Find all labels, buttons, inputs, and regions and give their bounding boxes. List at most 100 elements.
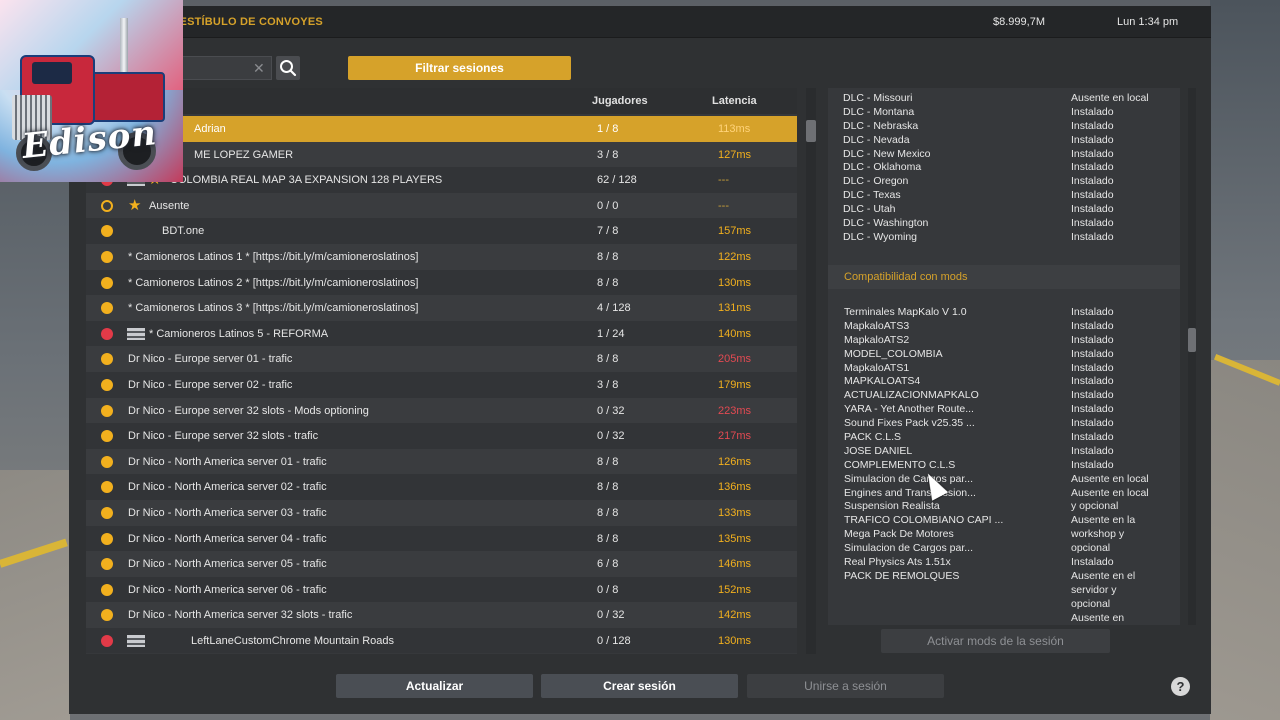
table-row[interactable]: Dr Nico - North America server 01 - traf… bbox=[86, 448, 797, 475]
star-icon[interactable]: ★ bbox=[128, 196, 141, 214]
dlc-status: Instalado bbox=[1071, 189, 1114, 202]
table-row[interactable]: BDT.one 7 / 8 157ms bbox=[86, 218, 797, 244]
mod-status: Instalado bbox=[1071, 333, 1114, 346]
table-row[interactable]: Dr Nico - Europe server 02 - trafic 3 / … bbox=[86, 371, 797, 398]
table-row[interactable]: * Camioneros Latinos 1 * [https://bit.ly… bbox=[86, 243, 797, 270]
mod-status: Instalado bbox=[1071, 347, 1114, 360]
status-online-icon bbox=[101, 455, 113, 468]
dlc-name: DLC - Montana bbox=[843, 105, 915, 118]
dlc-name: DLC - Missouri bbox=[843, 92, 913, 104]
server-rows: Adrian 1 / 8 113ms ME LOPEZ GAMER 3 / 8 … bbox=[86, 116, 797, 654]
list-item: DLC - Montana Instalado bbox=[843, 106, 1173, 120]
activate-session-mods-button[interactable]: Activar mods de la sesión bbox=[881, 629, 1110, 653]
table-row[interactable]: * Camioneros Latinos 3 * [https://bit.ly… bbox=[86, 295, 797, 321]
dlc-name: DLC - Oklahoma bbox=[843, 161, 922, 174]
refresh-button[interactable]: Actualizar bbox=[336, 674, 533, 698]
dlc-name: DLC - Texas bbox=[843, 189, 901, 202]
server-latency: 205ms bbox=[718, 353, 752, 366]
server-name: Ausente bbox=[149, 199, 190, 212]
clear-icon[interactable]: ✕ bbox=[253, 60, 265, 77]
dlc-name: DLC - Wyoming bbox=[843, 230, 918, 243]
details-scroll-thumb[interactable] bbox=[1188, 328, 1196, 352]
mods-status-column: Instalado Instalado Instalado Instalado … bbox=[1071, 306, 1176, 625]
help-button[interactable]: ? bbox=[1171, 677, 1190, 696]
mod-status: Instalado bbox=[1071, 361, 1114, 374]
table-row[interactable]: Dr Nico - North America server 06 - traf… bbox=[86, 576, 797, 603]
server-players: 6 / 8 bbox=[597, 558, 619, 571]
status-online-icon bbox=[101, 609, 113, 622]
server-latency: 223ms bbox=[718, 404, 752, 417]
dlc-name: DLC - Utah bbox=[843, 203, 896, 216]
dlc-status: Instalado bbox=[1071, 203, 1114, 216]
status-online-icon bbox=[101, 250, 113, 263]
status-online-icon bbox=[101, 353, 113, 366]
status-offline-icon bbox=[101, 634, 113, 647]
status-online-icon bbox=[101, 302, 113, 315]
column-latency[interactable]: Latencia bbox=[712, 95, 757, 107]
table-row[interactable]: Dr Nico - Europe server 32 slots - trafi… bbox=[86, 423, 797, 449]
server-name: Dr Nico - North America server 04 - traf… bbox=[128, 532, 327, 545]
table-row[interactable]: Dr Nico - Europe server 01 - trafic 8 / … bbox=[86, 346, 797, 372]
table-row[interactable]: Dr Nico - North America server 32 slots … bbox=[86, 602, 797, 628]
dlc-status: Ausente en local bbox=[1071, 92, 1149, 104]
logo-exhaust-stack bbox=[120, 18, 128, 80]
table-row[interactable]: Adrian 1 / 8 113ms bbox=[86, 116, 797, 142]
mod-status: Instalado bbox=[1071, 444, 1114, 457]
server-name: * Camioneros Latinos 2 * [https://bit.ly… bbox=[128, 276, 419, 289]
table-row[interactable]: ★ COLOMBIA REAL MAP 3A EXPANSION 128 PLA… bbox=[86, 167, 797, 193]
server-players: 8 / 8 bbox=[597, 532, 619, 545]
server-latency: 131ms bbox=[718, 302, 752, 315]
details-scrollbar[interactable] bbox=[1188, 88, 1196, 625]
server-latency: --- bbox=[718, 199, 729, 212]
mod-status: Ausente en local bbox=[1071, 472, 1149, 485]
server-players: 8 / 8 bbox=[597, 481, 619, 494]
table-row[interactable]: Dr Nico - North America server 02 - traf… bbox=[86, 474, 797, 500]
dlc-status: Instalado bbox=[1071, 133, 1114, 146]
table-row[interactable]: Dr Nico - North America server 04 - traf… bbox=[86, 525, 797, 552]
money-display: $8.999,7M bbox=[993, 16, 1045, 28]
mod-status: Instalado bbox=[1071, 556, 1114, 569]
mod-status: servidor y bbox=[1071, 583, 1117, 596]
table-row[interactable]: ★ Ausente 0 / 0 --- bbox=[86, 192, 797, 219]
status-online-icon bbox=[101, 276, 113, 289]
server-players: 8 / 8 bbox=[597, 353, 619, 366]
table-row[interactable]: Dr Nico - North America server 03 - traf… bbox=[86, 499, 797, 526]
mod-status: Ausente en local bbox=[1071, 486, 1149, 499]
session-details-panel: DLC - Missouri Ausente en local DLC - Mon… bbox=[828, 88, 1180, 625]
server-list-scroll-thumb[interactable] bbox=[806, 120, 816, 142]
mod-status: y opcional bbox=[1071, 500, 1119, 513]
server-name: Dr Nico - North America server 05 - traf… bbox=[128, 558, 327, 571]
table-row[interactable]: LeftLaneCustomChrome Mountain Roads 0 / … bbox=[86, 627, 797, 654]
server-name: * Camioneros Latinos 5 - REFORMA bbox=[149, 327, 329, 340]
server-players: 1 / 24 bbox=[597, 327, 625, 340]
server-players: 0 / 32 bbox=[597, 404, 625, 417]
list-item: DLC - Oklahoma Instalado bbox=[843, 161, 1173, 175]
create-session-button[interactable]: Crear sesión bbox=[541, 674, 738, 698]
server-players: 8 / 8 bbox=[597, 250, 619, 263]
server-players: 8 / 8 bbox=[597, 455, 619, 468]
server-name: Dr Nico - North America server 03 - traf… bbox=[128, 506, 327, 519]
server-name: * Camioneros Latinos 1 * [https://bit.ly… bbox=[128, 250, 419, 263]
table-row[interactable]: ME LOPEZ GAMER 3 / 8 127ms bbox=[86, 141, 797, 168]
server-name: BDT.one bbox=[162, 225, 205, 238]
server-latency: 126ms bbox=[718, 455, 752, 468]
server-latency: 130ms bbox=[718, 634, 752, 647]
server-latency: 127ms bbox=[718, 148, 752, 161]
page-title: VESTÍBULO DE CONVOYES bbox=[172, 16, 323, 28]
filter-sessions-button[interactable]: Filtrar sesiones bbox=[348, 56, 571, 80]
dlc-name: DLC - New Mexico bbox=[843, 147, 931, 160]
search-button[interactable] bbox=[276, 56, 300, 80]
table-row[interactable]: Dr Nico - Europe server 32 slots - Mods … bbox=[86, 397, 797, 424]
table-row[interactable]: Dr Nico - North America server 05 - traf… bbox=[86, 551, 797, 577]
server-name: Dr Nico - Europe server 32 slots - trafi… bbox=[128, 430, 319, 443]
table-row[interactable]: * Camioneros Latinos 2 * [https://bit.ly… bbox=[86, 269, 797, 296]
table-row[interactable]: * Camioneros Latinos 5 - REFORMA 1 / 24 … bbox=[86, 320, 797, 347]
list-item: DLC - Nevada Instalado bbox=[843, 134, 1173, 148]
join-session-button[interactable]: Unirse a sesión bbox=[747, 674, 944, 698]
dlc-list: DLC - Missouri Ausente en local DLC - Mon… bbox=[843, 92, 1173, 245]
server-players: 7 / 8 bbox=[597, 225, 619, 238]
server-latency: 133ms bbox=[718, 506, 752, 519]
column-players[interactable]: Jugadores bbox=[592, 95, 648, 107]
list-item: DLC - Texas Instalado bbox=[843, 189, 1173, 203]
server-list-scrollbar[interactable] bbox=[806, 88, 816, 654]
